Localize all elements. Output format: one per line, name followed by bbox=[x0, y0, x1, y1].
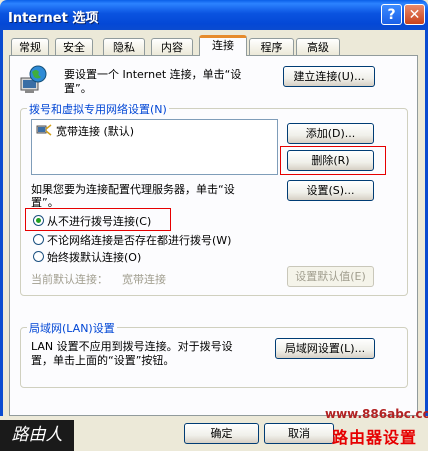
radio-never-dial-label[interactable]: 从不进行拨号连接(C) bbox=[47, 213, 151, 229]
proxy-text-line1: 如果您要为连接配置代理服务器，单击“设 bbox=[31, 183, 235, 196]
broadband-connection-icon bbox=[36, 123, 52, 137]
setup-connection-button[interactable]: 建立连接(U)... bbox=[283, 66, 375, 87]
watermark-router-settings: 路由器设置 bbox=[332, 428, 418, 447]
setup-text-line2: 置”。 bbox=[64, 82, 92, 95]
cancel-button[interactable]: 取消 bbox=[264, 423, 334, 444]
radio-always-dial[interactable] bbox=[33, 251, 44, 262]
tab-connections[interactable]: 连接 bbox=[199, 35, 247, 56]
current-default-label: 当前默认连接： bbox=[31, 273, 108, 286]
dialup-group-label: 拨号和虚拟专用网络设置(N) bbox=[27, 101, 169, 117]
tab-general[interactable]: 常规 bbox=[11, 38, 49, 55]
close-button[interactable]: ✕ bbox=[404, 4, 425, 25]
add-button[interactable]: 添加(D)... bbox=[287, 123, 374, 144]
tab-programs[interactable]: 程序 bbox=[249, 38, 294, 55]
radio-never-dial[interactable] bbox=[33, 215, 44, 226]
tab-advanced[interactable]: 高级 bbox=[296, 38, 340, 55]
delete-button[interactable]: 删除(R) bbox=[287, 150, 374, 171]
window-title: Internet 选项 bbox=[8, 11, 99, 26]
help-button[interactable]: ? bbox=[381, 4, 402, 25]
watermark-url: www.886abc.com bbox=[325, 407, 428, 421]
window-frame-left bbox=[0, 30, 3, 451]
tab-content[interactable]: 内容 bbox=[151, 38, 193, 55]
watermark-left-logo: 路由人 bbox=[0, 420, 74, 451]
tab-privacy[interactable]: 隐私 bbox=[103, 38, 145, 55]
radio-always-dial-label[interactable]: 始终拨默认连接(O) bbox=[47, 249, 141, 265]
set-default-button[interactable]: 设置默认值(E) bbox=[287, 266, 374, 287]
current-default-value: 宽带连接 bbox=[122, 273, 166, 286]
radio-dial-when-no-network[interactable] bbox=[33, 234, 44, 245]
settings-button[interactable]: 设置(S)... bbox=[287, 180, 374, 201]
lan-settings-button[interactable]: 局域网设置(L)... bbox=[275, 338, 375, 359]
lan-group-label: 局域网(LAN)设置 bbox=[27, 320, 117, 336]
radio-dial-when-no-network-label[interactable]: 不论网络连接是否存在都进行拨号(W) bbox=[47, 232, 231, 248]
lan-text-line2: 置，单击上面的“设置”按钮。 bbox=[31, 354, 175, 367]
globe-computer-icon bbox=[19, 64, 49, 94]
tab-security[interactable]: 安全 bbox=[55, 38, 93, 55]
ok-button[interactable]: 确定 bbox=[184, 423, 259, 444]
list-item[interactable]: 宽带连接 (默认) bbox=[56, 123, 134, 139]
